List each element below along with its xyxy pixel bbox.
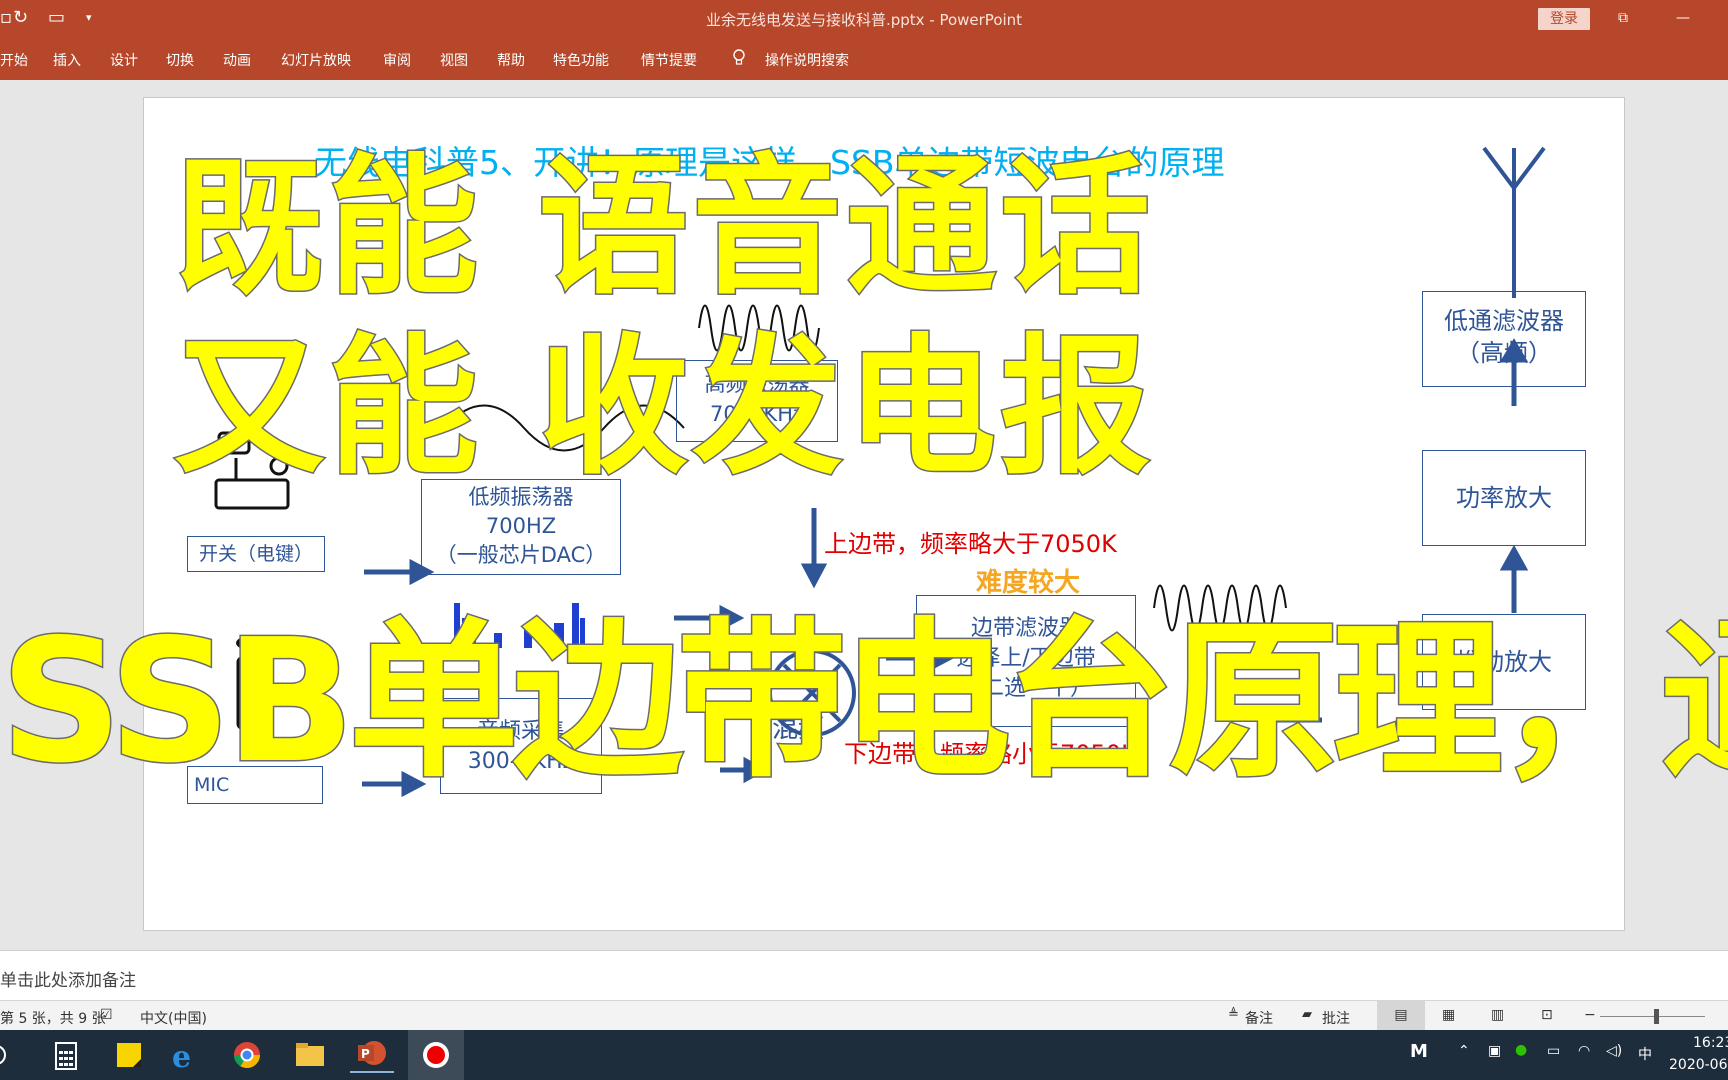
- slide-canvas[interactable]: 无线电科普5、开讲！原理是这样，SSB单边带短波电台的原理 开关（电键） 低频振…: [143, 97, 1625, 931]
- zoom-slider[interactable]: [1600, 1016, 1705, 1017]
- input-method-indicator[interactable]: 中: [1638, 1044, 1652, 1064]
- tab-storyboard[interactable]: 情节提要: [641, 50, 697, 70]
- zoom-out-icon[interactable]: −: [1584, 1007, 1596, 1023]
- antenna-icon: [1482, 146, 1546, 298]
- accessibility-check-icon[interactable]: ☑: [100, 1007, 113, 1023]
- windows-taskbar: e P M ⌃ ▣ ● ▭ ◠ ◁) 中 16:23 2020-06: [0, 1030, 1728, 1080]
- slide-counter: 第 5 张，共 9 张: [0, 1011, 106, 1027]
- calculator-icon[interactable]: [44, 1037, 88, 1073]
- ime-mode-icon[interactable]: M: [1410, 1041, 1428, 1062]
- lowpass-note: （高频）: [1456, 339, 1552, 367]
- zoom-slider-thumb[interactable]: [1654, 1009, 1659, 1024]
- notes-pane[interactable]: 单击此处添加备注: [0, 950, 1728, 1000]
- chrome-icon[interactable]: [225, 1037, 269, 1073]
- low-osc-frequency: 700HZ: [485, 514, 557, 538]
- switch-key-box[interactable]: 开关（电键）: [187, 536, 325, 572]
- low-osc-note: （一般芯片DAC）: [435, 543, 607, 567]
- normal-view-icon[interactable]: ▤: [1377, 1001, 1425, 1030]
- wechat-icon[interactable]: ●: [1515, 1042, 1527, 1058]
- clock-date[interactable]: 2020-06: [1669, 1057, 1728, 1073]
- battery-icon[interactable]: ▭: [1547, 1043, 1560, 1059]
- comments-icon[interactable]: ▰: [1302, 1007, 1312, 1022]
- title-bar: ▫ ↻ ▭ ▾ 业余无线电发送与接收科普.pptx - PowerPoint 登…: [0, 0, 1728, 38]
- sticky-notes-icon[interactable]: [106, 1037, 150, 1073]
- tray-overflow-icon[interactable]: ⌃: [1458, 1043, 1470, 1059]
- internet-explorer-icon[interactable]: e: [162, 1037, 206, 1075]
- difficulty-label[interactable]: 难度较大: [976, 562, 1080, 599]
- powerpoint-icon[interactable]: P: [350, 1037, 394, 1073]
- overlay-headline-3: SSB单边带电台原理，通俗易懂: [0, 607, 1728, 797]
- slide-sorter-icon[interactable]: ▦: [1442, 1007, 1455, 1023]
- login-button[interactable]: 登录: [1538, 8, 1590, 30]
- slide-editing-area: 无线电科普5、开讲！原理是这样，SSB单边带短波电台的原理 开关（电键） 低频振…: [0, 80, 1728, 950]
- power-amplifier-box[interactable]: 功率放大: [1422, 450, 1586, 546]
- lowpass-filter-box[interactable]: 低通滤波器 （高频）: [1422, 291, 1586, 387]
- tray-app-icon[interactable]: ▣: [1488, 1043, 1501, 1059]
- window-title: 业余无线电发送与接收科普.pptx - PowerPoint: [705, 11, 1023, 29]
- status-bar: 第 5 张，共 9 张 ☑ 中文(中国) ≜ 备注 ▰ 批注 ▤ ▦ ▥ ⊡ −: [0, 1000, 1728, 1030]
- language-indicator[interactable]: 中文(中国): [140, 1008, 207, 1028]
- clock-time[interactable]: 16:23: [1693, 1035, 1728, 1051]
- tab-slideshow[interactable]: 幻灯片放映: [281, 50, 351, 70]
- upper-sideband-label[interactable]: 上边带，频率略大于7050K: [824, 524, 1117, 559]
- tab-design[interactable]: 设计: [110, 50, 138, 70]
- reading-view-icon[interactable]: ▥: [1491, 1007, 1504, 1023]
- notes-toggle-button[interactable]: 备注: [1245, 1008, 1273, 1028]
- minimize-icon[interactable]: —: [1676, 8, 1690, 28]
- notes-placeholder[interactable]: 单击此处添加备注: [0, 966, 136, 991]
- volume-icon[interactable]: ◁): [1606, 1043, 1622, 1059]
- overlay-headline-1: 既能 语音通话: [172, 141, 1155, 315]
- svg-text:P: P: [361, 1047, 370, 1061]
- notes-icon[interactable]: ≜: [1228, 1007, 1239, 1022]
- tab-review[interactable]: 审阅: [383, 50, 411, 70]
- tab-help[interactable]: 帮助: [497, 50, 525, 70]
- tab-insert[interactable]: 插入: [53, 50, 81, 70]
- lightbulb-icon: [733, 49, 745, 65]
- ribbon-tabs: 开始 插入 设计 切换 动画 幻灯片放映 审阅 视图 帮助 特色功能 情节提要 …: [0, 38, 1728, 80]
- search-icon[interactable]: [0, 1037, 30, 1073]
- file-explorer-icon[interactable]: [288, 1037, 332, 1073]
- slideshow-icon[interactable]: ⊡: [1541, 1007, 1553, 1023]
- switch-key-label: 开关（电键）: [198, 543, 313, 565]
- tab-home[interactable]: 开始: [0, 50, 28, 70]
- overlay-headline-2: 又能 收发电报: [172, 321, 1155, 495]
- lowpass-title: 低通滤波器: [1444, 307, 1564, 335]
- svg-text:e: e: [172, 1040, 191, 1073]
- power-amp-label: 功率放大: [1456, 484, 1552, 512]
- tab-animations[interactable]: 动画: [223, 50, 251, 70]
- tell-me-search[interactable]: 操作说明搜索: [765, 50, 849, 70]
- wifi-icon[interactable]: ◠: [1578, 1043, 1590, 1059]
- tab-view[interactable]: 视图: [440, 50, 468, 70]
- screen-recorder-icon[interactable]: [408, 1030, 464, 1080]
- comments-button[interactable]: 批注: [1322, 1008, 1350, 1028]
- tab-special-features[interactable]: 特色功能: [553, 50, 609, 70]
- ribbon-display-options-icon[interactable]: ⧉: [1618, 8, 1628, 28]
- tab-transitions[interactable]: 切换: [166, 50, 194, 70]
